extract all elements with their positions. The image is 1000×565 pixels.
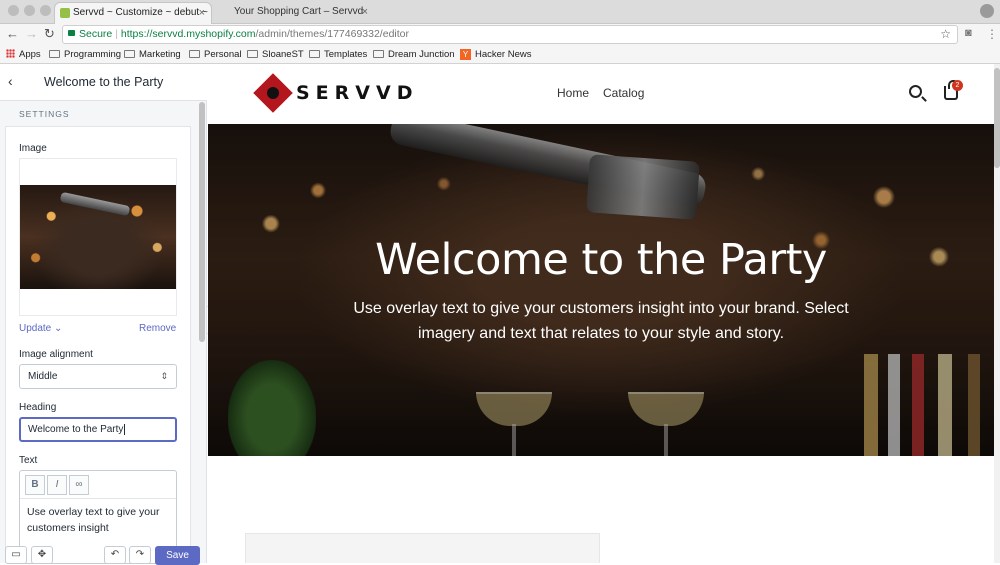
forward-arrow-icon[interactable]: → xyxy=(25,26,38,41)
text-label: Text xyxy=(19,455,38,466)
settings-panel: Image Update ⌄ Remove Image alignment Mi… xyxy=(5,126,191,564)
sidebar-scrollbar[interactable] xyxy=(199,102,205,342)
select-value: Middle xyxy=(28,371,58,382)
theme-editor-sidebar: ‹ Welcome to the Party SETTINGS Image Up… xyxy=(0,64,207,565)
servvd-logo-icon[interactable] xyxy=(253,73,293,113)
update-image-button[interactable]: Update ⌄ xyxy=(19,323,62,334)
update-label: Update xyxy=(19,323,52,334)
rte-content[interactable]: Use overlay text to give your customers … xyxy=(20,499,176,541)
reload-icon[interactable]: ↻ xyxy=(44,26,55,42)
hero-heading: Welcome to the Party xyxy=(375,235,827,285)
bookmark-dream-junction[interactable]: Dream Junction xyxy=(373,48,455,61)
hero-text: Use overlay text to give your customers … xyxy=(353,300,849,342)
menu-kebab-icon[interactable]: ⋮ xyxy=(986,27,998,41)
image-alignment-label: Image alignment xyxy=(19,349,93,360)
select-arrows-icon: ⇕ xyxy=(160,371,168,381)
folder-icon xyxy=(373,50,384,58)
bookmark-hacker-news[interactable]: Y Hacker News xyxy=(460,48,532,61)
tab-close-icon[interactable]: × xyxy=(199,3,205,23)
browser-tab-cart[interactable]: Your Shopping Cart – Servvd × xyxy=(216,2,374,24)
store-logo-text[interactable]: SERVVD xyxy=(296,82,418,104)
sidebar-header: ‹ Welcome to the Party xyxy=(0,64,207,101)
link-icon[interactable]: ∞ xyxy=(69,475,89,495)
featured-section-placeholder xyxy=(245,533,600,563)
folder-icon xyxy=(189,50,200,58)
back-arrow-icon[interactable]: ← xyxy=(6,26,19,41)
sidebar-footer: ▭ ✥ ↶ ↷ Save xyxy=(0,544,207,565)
hero-image-banner: Welcome to the Party Use overlay text to… xyxy=(208,124,994,456)
tab-close-icon[interactable]: × xyxy=(362,2,368,22)
bookmark-label: Marketing xyxy=(139,49,181,60)
browser-tab-strip: Servvd ~ Customize ~ debut ~ × Your Shop… xyxy=(0,0,1000,24)
lock-icon xyxy=(68,30,75,36)
browser-tab-customize[interactable]: Servvd ~ Customize ~ debut ~ × xyxy=(54,2,212,24)
bookmark-label: Apps xyxy=(19,49,41,60)
image-alignment-select[interactable]: Middle ⇕ xyxy=(19,364,177,389)
cart-count-badge: 2 xyxy=(952,80,963,91)
bold-button[interactable]: B xyxy=(25,475,45,495)
bookmark-marketing[interactable]: Marketing xyxy=(124,48,181,61)
window-close-button[interactable] xyxy=(8,5,19,16)
bookmark-label: Personal xyxy=(204,49,242,60)
bookmark-apps[interactable]: Apps xyxy=(6,48,41,61)
section-title: Welcome to the Party xyxy=(44,75,164,89)
bookmark-label: Dream Junction xyxy=(388,49,455,60)
url-host: https://servvd.myshopify.com xyxy=(120,28,256,40)
page-scrollbar[interactable] xyxy=(994,64,1000,563)
back-chevron-icon[interactable]: ‹ xyxy=(8,73,13,89)
nav-link-catalog[interactable]: Catalog xyxy=(603,86,644,100)
folder-icon xyxy=(49,50,60,58)
search-icon[interactable] xyxy=(909,85,922,98)
window-minimize-button[interactable] xyxy=(24,5,35,16)
scrollbar-thumb[interactable] xyxy=(994,68,1000,168)
folder-icon xyxy=(124,50,135,58)
hacker-news-icon: Y xyxy=(460,49,471,60)
redo-icon[interactable]: ↷ xyxy=(129,546,151,564)
bookmark-templates[interactable]: Templates xyxy=(309,48,367,61)
bookmark-label: Programming xyxy=(64,49,122,60)
folder-icon xyxy=(309,50,320,58)
bookmarks-bar: Apps Programming Marketing Personal Sloa… xyxy=(0,45,1000,64)
hero-overlay xyxy=(208,124,994,456)
image-label: Image xyxy=(19,143,47,154)
heading-input[interactable]: Welcome to the Party xyxy=(19,417,177,442)
apps-grid-icon xyxy=(6,49,15,58)
folder-icon xyxy=(247,50,258,58)
fullscreen-icon[interactable]: ✥ xyxy=(31,546,53,564)
input-value: Welcome to the Party xyxy=(28,424,124,435)
window-zoom-button[interactable] xyxy=(40,5,51,16)
settings-heading: SETTINGS xyxy=(19,109,70,119)
heading-label: Heading xyxy=(19,402,57,413)
bookmark-label: Templates xyxy=(324,49,368,60)
nav-link-home[interactable]: Home xyxy=(557,86,589,100)
url-path: /admin/themes/177469332/editor xyxy=(255,28,409,40)
rte-toolbar: B I ∞ xyxy=(20,471,176,499)
chevron-down-icon: ⌄ xyxy=(54,323,63,334)
bookmark-star-icon[interactable]: ☆ xyxy=(940,26,951,43)
image-picker[interactable] xyxy=(19,158,177,316)
undo-icon[interactable]: ↶ xyxy=(104,546,126,564)
tab-title: Your Shopping Cart – Servvd xyxy=(234,6,364,17)
shopify-favicon-icon xyxy=(60,8,70,18)
bookmark-sloanest[interactable]: SloaneST xyxy=(247,48,304,61)
camera-icon[interactable]: ◙ xyxy=(965,27,972,39)
bookmark-label: SloaneST xyxy=(262,49,304,60)
italic-button[interactable]: I xyxy=(47,475,67,495)
bookmark-programming[interactable]: Programming xyxy=(49,48,121,61)
save-button[interactable]: Save xyxy=(155,546,200,565)
storefront-preview: SERVVD Home Catalog 2 Welcome to the Par… xyxy=(208,64,994,563)
remove-image-button[interactable]: Remove xyxy=(139,323,176,334)
tab-title: Servvd ~ Customize ~ debut ~ xyxy=(73,7,208,18)
address-bar[interactable]: Secure | https://servvd.myshopify.com/ad… xyxy=(62,25,958,44)
bookmark-label: Hacker News xyxy=(475,49,532,60)
profile-avatar[interactable] xyxy=(980,4,994,18)
image-thumbnail xyxy=(20,185,176,289)
desktop-view-icon[interactable]: ▭ xyxy=(5,546,27,564)
browser-toolbar: ← → ↻ Secure | https://servvd.myshopify.… xyxy=(0,24,1000,45)
bookmark-personal[interactable]: Personal xyxy=(189,48,242,61)
secure-label: Secure xyxy=(79,28,113,40)
